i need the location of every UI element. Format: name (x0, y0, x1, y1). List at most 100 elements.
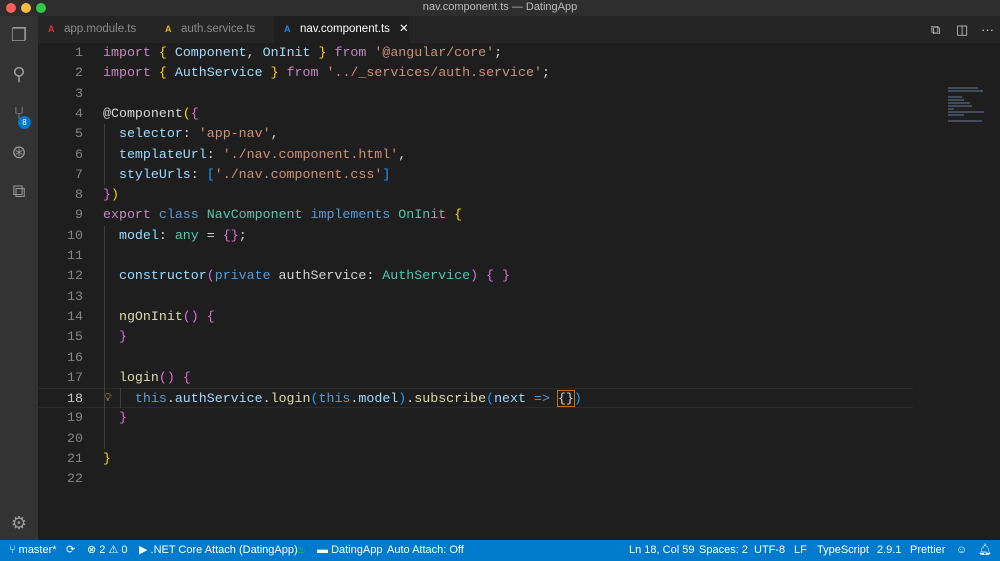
code-token: ngOnInit (103, 308, 183, 324)
feedback-icon[interactable]: ☺ (956, 540, 967, 561)
code-line[interactable]: 6 templateUrl: './nav.component.html', (38, 145, 913, 165)
code-line[interactable]: 18 this.authService.login(this.model).su… (38, 388, 913, 409)
code-line[interactable]: 7 styleUrls: ['./nav.component.css'] (38, 165, 913, 185)
folder-name: DatingApp (331, 544, 383, 556)
line-number: 4 (75, 105, 83, 121)
line-code: import { AuthService } from '../_service… (103, 63, 550, 83)
code-token: private (214, 268, 271, 284)
line-ending[interactable]: LF (794, 540, 807, 561)
folder-indicator[interactable]: ▬ DatingApp (317, 540, 382, 561)
branch-indicator[interactable]: ⑂ master* (9, 540, 57, 561)
code-line[interactable]: 16 (38, 348, 913, 368)
line-number: 5 (75, 126, 83, 142)
code-token: => (526, 391, 550, 407)
angular-icon: A (284, 24, 291, 34)
code-line[interactable]: 3 (38, 84, 913, 104)
code-line[interactable]: 5 selector: 'app-nav', (38, 124, 913, 144)
line-number: 7 (75, 166, 83, 182)
code-line[interactable]: 4 @Component({ (38, 104, 913, 124)
tab-nav-component-ts[interactable]: Anav.component.ts ✕ (274, 16, 409, 43)
code-line[interactable]: 17 login() { (38, 368, 913, 388)
code-token: } (118, 329, 127, 345)
language-mode[interactable]: TypeScript (817, 540, 869, 561)
line-number: 19 (67, 410, 83, 426)
code-line[interactable]: 14 ngOnInit() { (38, 307, 913, 327)
branch-name: master* (18, 544, 57, 556)
angular-icon: A (165, 24, 172, 34)
line-code: styleUrls: ['./nav.component.css'] (103, 165, 390, 185)
code-editor[interactable]: 1 import { Component, OnInit } from '@ang… (38, 43, 1000, 540)
encoding[interactable]: UTF-8 (754, 540, 785, 561)
code-token: from (278, 65, 319, 81)
code-token: AuthService (166, 65, 263, 81)
lightbulb-icon[interactable]: 💡︎ (104, 389, 112, 409)
debug-config[interactable]: ▶ .NET Core Attach (DatingApp) (139, 540, 298, 561)
code-token: ; (494, 45, 503, 60)
auto-attach[interactable]: Auto Attach: Off (387, 540, 464, 561)
code-token: '@angular/core' (366, 45, 495, 60)
code-line[interactable]: 9 export class NavComponent implements On… (38, 205, 913, 225)
indentation[interactable]: Spaces: 2 (699, 540, 748, 561)
minimap[interactable] (948, 86, 1000, 126)
sync-icon[interactable]: ⟳ (66, 540, 75, 561)
code-line[interactable]: 12 constructor(private authService: Auth… (38, 266, 913, 286)
notifications-icon[interactable]: 🔔︎ (978, 540, 992, 561)
code-token: : (190, 166, 207, 182)
close-window-button[interactable] (6, 3, 16, 13)
warning-count: 0 (121, 544, 128, 556)
settings-icon[interactable]: ⚙ (8, 512, 30, 534)
activity-bar: ❐ ⚲ ⑂ 8 ⊛ ⧉ ⚙ (0, 16, 38, 540)
tab-label: nav.component.ts (300, 23, 390, 35)
minimap-line (948, 105, 972, 107)
cursor-position[interactable]: Ln 18, Col 59 (629, 540, 694, 561)
indent-guide (104, 225, 105, 449)
maximize-window-button[interactable] (36, 3, 46, 13)
indent-guide (104, 124, 105, 186)
code-line[interactable]: 15 } (38, 327, 913, 347)
code-token: { (190, 105, 199, 121)
problems-indicator[interactable]: ⊗ 2 ⚠ 0 (87, 540, 128, 561)
minimize-window-button[interactable] (21, 3, 31, 13)
ts-version[interactable]: 2.9.1 (877, 540, 901, 561)
code-line[interactable]: 20 (38, 429, 913, 449)
minimap-line (948, 87, 978, 89)
code-line[interactable]: 10 model: any = {}; (38, 226, 913, 246)
code-token: model (103, 227, 159, 243)
code-token: { (454, 207, 463, 223)
line-code: } (103, 449, 111, 469)
line-number: 17 (67, 369, 83, 385)
code-line[interactable]: 11 (38, 246, 913, 266)
tab-app-module-ts[interactable]: Aapp.module.ts (38, 16, 155, 43)
code-line[interactable]: 13 (38, 287, 913, 307)
code-line[interactable]: 2 import { AuthService } from '../_servic… (38, 63, 913, 83)
close-tab-icon[interactable]: ✕ (399, 23, 409, 35)
code-token: } (103, 451, 111, 466)
search-icon[interactable]: ⚲ (8, 63, 30, 85)
debug-icon[interactable]: ⊛ (8, 141, 30, 163)
files-icon[interactable]: ❐ (8, 24, 30, 46)
code-token: constructor (103, 268, 207, 284)
code-token: './nav.component.html' (222, 146, 399, 162)
code-line[interactable]: 1 import { Component, OnInit } from '@ang… (38, 43, 913, 63)
code-token: authService: (270, 268, 383, 284)
split-editor-icon[interactable]: ◫ (956, 16, 968, 43)
code-token: styleUrls (103, 166, 191, 182)
code-line[interactable]: 22 (38, 469, 913, 489)
extensions-icon[interactable]: ⧉ (8, 180, 30, 202)
line-number: 10 (67, 227, 83, 243)
code-line[interactable]: 19 } (38, 408, 913, 428)
minimap-line (948, 108, 954, 110)
open-changes-icon[interactable]: ⧉ (931, 16, 940, 43)
code-line[interactable]: 8}) (38, 185, 913, 205)
code-line[interactable]: 21} (38, 449, 913, 469)
code-token: , (246, 45, 263, 60)
code-token: : (158, 227, 175, 243)
tab-auth-service-ts[interactable]: Aauth.service.ts (155, 16, 274, 43)
formatter[interactable]: Prettier (910, 540, 945, 561)
more-actions-icon[interactable]: ··· (981, 16, 994, 43)
code-token: '../_services/auth.service' (318, 65, 542, 81)
code-token: } (270, 65, 279, 81)
line-number: 14 (67, 308, 83, 324)
